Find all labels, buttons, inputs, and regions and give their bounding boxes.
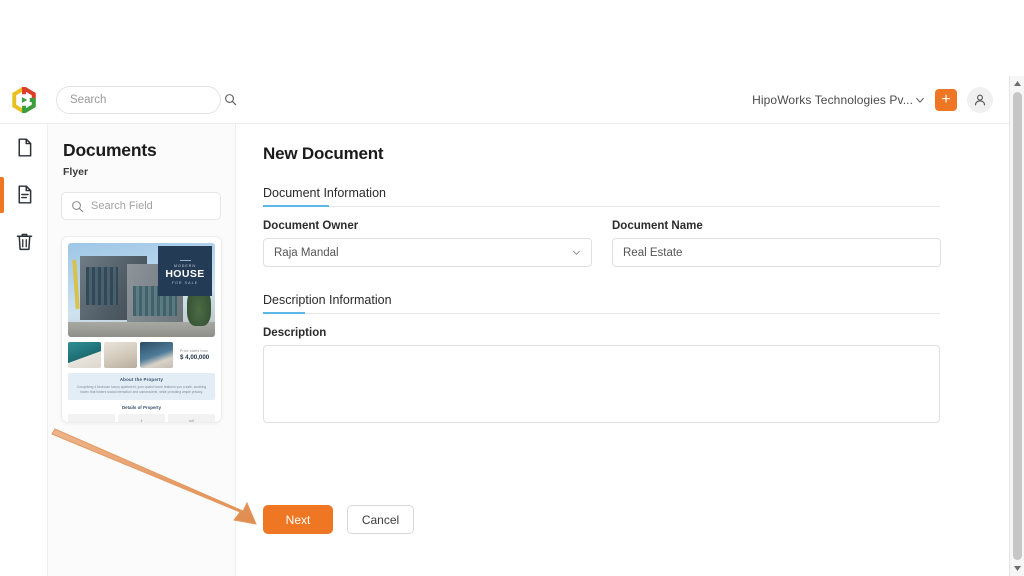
add-new-button[interactable]: +	[935, 88, 957, 111]
price-label: Price starts from	[180, 349, 209, 353]
panel-search-field[interactable]	[61, 192, 233, 220]
account-avatar-button[interactable]	[967, 86, 993, 113]
description-textarea[interactable]	[263, 345, 940, 423]
search-icon	[72, 200, 84, 212]
flyer-hero-image: MODERN HOUSE FOR SALE	[68, 243, 215, 337]
field-description: Description	[263, 327, 940, 428]
rail-item-documents[interactable]	[0, 171, 48, 218]
scroll-up-button[interactable]	[1010, 76, 1024, 91]
rail-item-new-document[interactable]	[0, 124, 48, 171]
scroll-up-arrow-icon	[1013, 81, 1021, 86]
details-title: Details of Property	[121, 405, 162, 411]
next-button[interactable]: Next	[263, 505, 333, 534]
document-owner-select[interactable]	[263, 238, 592, 267]
flyer-mini-image-1	[68, 342, 101, 368]
panel-search-input[interactable]	[91, 200, 233, 212]
chevron-down-icon	[573, 250, 580, 255]
flyer-details-row: ft sqft	[68, 414, 215, 422]
flyer-preview: MODERN HOUSE FOR SALE Price starts from …	[62, 237, 221, 422]
detail-cell: sqft	[168, 414, 215, 422]
org-switcher[interactable]: HipoWorks Technologies Pv...	[752, 93, 925, 107]
flyer-badge: MODERN HOUSE FOR SALE	[158, 246, 212, 296]
flyer-about-block: About the Property Comprising 4 bedroom …	[68, 373, 215, 401]
scroll-down-arrow-icon	[1013, 566, 1021, 571]
field-label: Description	[263, 327, 327, 339]
about-body: Comprising 4 bedroom luxury apartment, y…	[76, 385, 207, 395]
search-input[interactable]	[70, 93, 224, 106]
field-label: Document Owner	[263, 220, 359, 232]
field-label: Document Name	[612, 220, 703, 232]
scroll-down-button[interactable]	[1010, 561, 1024, 576]
main-content: New Document Document Information Docume…	[236, 124, 1009, 576]
field-document-owner: Document Owner	[263, 220, 592, 267]
plus-icon: +	[941, 90, 951, 108]
panel-title: Documents	[63, 140, 157, 160]
document-lines-icon	[18, 185, 31, 204]
document-thumbnail-card[interactable]: MODERN HOUSE FOR SALE Price starts from …	[61, 236, 222, 423]
section-description-information: Description Information	[263, 293, 940, 314]
document-blank-icon	[18, 138, 31, 157]
browser-chrome-blank-area	[0, 0, 1024, 76]
flyer-thumbnail-row: Price starts from $ 4,00,000	[68, 342, 215, 368]
app-header: HipoWorks Technologies Pv... +	[0, 76, 1009, 124]
document-owner-value[interactable]	[274, 246, 572, 259]
flyer-price-block: Price starts from $ 4,00,000	[176, 342, 215, 368]
hipoworks-hexagon-logo-icon	[12, 86, 36, 113]
user-avatar-icon	[974, 94, 986, 105]
scrollbar-thumb[interactable]	[1012, 92, 1022, 560]
global-search[interactable]	[56, 85, 237, 114]
badge-subtitle: FOR SALE	[171, 280, 199, 285]
left-icon-rail	[0, 124, 48, 576]
document-name-input-wrap[interactable]	[612, 238, 941, 267]
document-name-input[interactable]	[623, 246, 930, 259]
detail-cell: ft	[118, 414, 165, 422]
chevron-down-icon	[916, 97, 924, 103]
price-value: $ 4,00,000	[180, 354, 210, 361]
document-information-fields: Document Owner Document Name	[263, 220, 1009, 267]
section-title: Document Information	[263, 186, 386, 200]
page-scrollbar[interactable]	[1009, 76, 1024, 576]
header-right-cluster: HipoWorks Technologies Pv... +	[752, 86, 1009, 113]
page-title: New Document	[263, 144, 384, 163]
app-screen: HipoWorks Technologies Pv... +	[0, 0, 1024, 576]
panel-subtitle: Flyer	[63, 166, 89, 178]
rail-item-trash[interactable]	[0, 218, 48, 265]
about-title: About the Property	[119, 377, 164, 382]
trash-icon	[16, 233, 32, 251]
flyer-mini-image-3	[140, 342, 173, 368]
app-logo[interactable]	[0, 86, 48, 113]
section-title: Description Information	[263, 293, 392, 307]
org-name-label: HipoWorks Technologies Pv...	[752, 92, 913, 107]
hero-glass-left	[85, 267, 118, 306]
detail-cell	[68, 414, 115, 422]
cancel-button[interactable]: Cancel	[347, 505, 414, 534]
form-actions: Next Cancel	[263, 505, 414, 534]
section-document-information: Document Information	[263, 186, 940, 207]
field-document-name: Document Name	[612, 220, 941, 267]
search-icon	[225, 94, 237, 106]
badge-title: HOUSE	[165, 268, 205, 281]
flyer-mini-image-2	[104, 342, 137, 368]
badge-rule	[179, 260, 191, 262]
